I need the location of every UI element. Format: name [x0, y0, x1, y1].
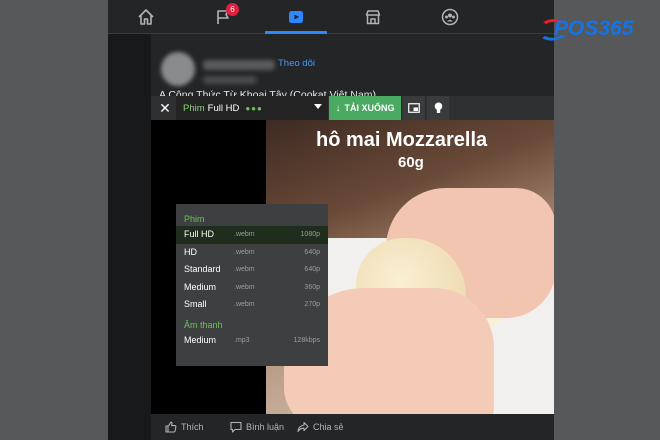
like-button[interactable]: Thích: [165, 421, 204, 433]
picture-in-picture-button[interactable]: [403, 96, 425, 120]
top-navbar: 6: [108, 0, 554, 34]
facebook-app: 6 Theo dõi A Công Thức Từ Khoai Tây (Coo…: [108, 0, 554, 440]
logo-text: POS365: [554, 17, 634, 40]
video-player[interactable]: hô mai Mozzarella 60g Phim Full HD .webm…: [151, 118, 554, 414]
nav-groups[interactable]: [419, 0, 481, 34]
download-label: TẢI XUỐNG: [344, 103, 395, 113]
chevron-down-icon: [314, 104, 322, 109]
like-label: Thích: [181, 422, 204, 432]
option-name: Small: [184, 299, 207, 310]
groups-icon: [441, 8, 459, 26]
video-icon: [289, 11, 303, 23]
page-name-blurred[interactable]: [203, 60, 275, 70]
option-name: Medium: [184, 281, 217, 292]
video-post: Theo dõi A Công Thức Từ Khoai Tây (Cooka…: [151, 34, 554, 440]
quality-option-full-hd[interactable]: Full HD .webm 1080p: [176, 226, 328, 244]
option-format: .webm: [234, 283, 255, 291]
lightbulb-icon: [434, 102, 442, 113]
option-resolution: 640p: [304, 266, 320, 274]
quality-dropdown: Phim Full HD .webm 1080p HD .webm 640p S…: [176, 204, 328, 366]
page-avatar[interactable]: [161, 52, 195, 86]
follow-link[interactable]: Theo dõi: [278, 58, 315, 69]
picture-in-picture-icon: [408, 103, 420, 113]
audio-option-medium[interactable]: Medium .mp3 128kbps: [176, 332, 328, 350]
comment-button[interactable]: Bình luận: [230, 421, 284, 433]
marketplace-icon: [365, 10, 381, 25]
nav-pages[interactable]: 6: [192, 0, 254, 34]
option-format: .mp3: [234, 336, 250, 344]
post-timestamp-blurred: [203, 76, 257, 84]
option-format: .webm: [234, 266, 255, 274]
video-overlay-title: hô mai Mozzarella: [316, 129, 488, 151]
nav-watch[interactable]: [265, 0, 327, 34]
quality-option-standard[interactable]: Standard .webm 640p: [176, 261, 328, 279]
comment-label: Bình luận: [246, 422, 285, 432]
comment-icon: [230, 421, 242, 433]
option-resolution: 270p: [304, 301, 320, 309]
option-name: Full HD: [184, 229, 215, 239]
quality-option-medium[interactable]: Medium .webm 360p: [176, 279, 328, 297]
quality-value: Full HD: [207, 102, 240, 114]
quality-select[interactable]: Phim Full HD ●●●: [176, 96, 328, 120]
nav-home[interactable]: [115, 0, 177, 34]
group-label-audio: Âm thanh: [184, 319, 223, 330]
share-label: Chia sẻ: [313, 422, 344, 432]
option-resolution: 128kbps: [293, 336, 320, 344]
option-format: .webm: [234, 231, 255, 238]
option-name: Medium: [184, 334, 217, 345]
download-arrow-icon: ↓: [335, 102, 341, 114]
notification-badge: 6: [226, 3, 239, 16]
video-overlay-subtitle: 60g: [398, 154, 424, 171]
group-label-video: Phim: [184, 214, 205, 224]
quality-option-hd[interactable]: HD .webm 640p: [176, 244, 328, 262]
option-format: .webm: [234, 248, 255, 256]
home-icon: [138, 9, 154, 25]
download-button[interactable]: ↓ TẢI XUỐNG: [329, 96, 401, 120]
quality-dots: ●●●: [245, 103, 263, 113]
pos365-logo: POS365: [540, 14, 660, 46]
share-button[interactable]: Chia sẻ: [297, 421, 344, 433]
light-button[interactable]: [427, 96, 449, 120]
option-format: .webm: [234, 301, 255, 309]
post-actions: Thích Bình luận Chia sẻ: [151, 417, 554, 440]
option-resolution: 1080p: [300, 231, 320, 238]
option-resolution: 360p: [304, 283, 320, 291]
quality-type: Phim: [183, 102, 205, 114]
share-icon: [297, 421, 309, 433]
option-name: HD: [184, 246, 197, 257]
quality-option-small[interactable]: Small .webm 270p: [176, 296, 328, 314]
option-name: Standard: [184, 264, 221, 275]
option-resolution: 640p: [304, 248, 320, 256]
nav-marketplace[interactable]: [342, 0, 404, 34]
close-button[interactable]: ✕: [156, 96, 174, 120]
downloader-toolbar: ✕ Phim Full HD ●●● ↓ TẢI XUỐNG: [151, 96, 554, 120]
thumbs-up-icon: [165, 421, 177, 433]
